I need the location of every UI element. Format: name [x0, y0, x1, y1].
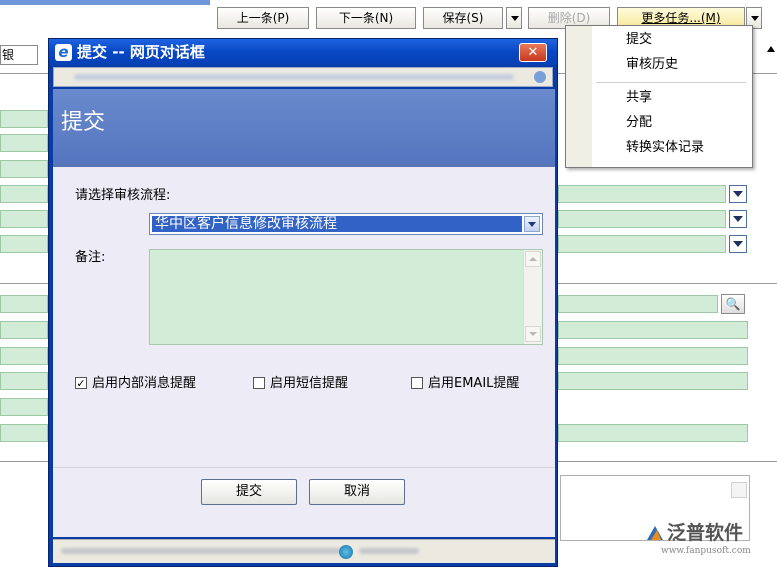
top-accent-strip — [0, 0, 210, 5]
dialog-body: 提交 请选择审核流程: 华中区客户信息修改审核流程 备注: ✓ 启用内部消息提醒… — [53, 89, 555, 537]
background-field[interactable] — [0, 235, 48, 253]
flow-selected-value: 华中区客户信息修改审核流程 — [152, 216, 522, 232]
browser-icon: e — [55, 44, 72, 61]
menu-item-submit[interactable]: 提交 — [626, 30, 652, 50]
remark-label: 备注: — [75, 250, 106, 265]
internal-message-label: 启用内部消息提醒 — [92, 376, 197, 391]
more-tasks-menu: 提交 审核历史 共享 分配 转换实体记录 — [565, 25, 753, 168]
scroll-up-button[interactable] — [731, 482, 747, 498]
background-field[interactable] — [558, 185, 726, 203]
save-options-dropdown[interactable] — [506, 7, 522, 29]
email-label: 启用EMAIL提醒 — [428, 376, 520, 391]
menu-item-assign[interactable]: 分配 — [626, 113, 652, 133]
background-field[interactable] — [0, 321, 48, 339]
background-field[interactable] — [558, 321, 748, 339]
menu-gutter — [566, 26, 592, 167]
background-field[interactable] — [0, 347, 48, 365]
background-field[interactable] — [0, 110, 48, 128]
background-select-arrow[interactable] — [729, 235, 747, 253]
scroll-down-icon[interactable] — [525, 326, 541, 342]
background-field[interactable] — [558, 347, 748, 365]
background-field[interactable] — [0, 185, 48, 203]
internal-message-option[interactable]: ✓ 启用内部消息提醒 — [75, 375, 225, 393]
dialog-title: 提交 -- 网页对话框 — [77, 43, 205, 61]
flow-label: 请选择审核流程: — [75, 188, 171, 203]
watermark-name: 泛普软件 — [667, 522, 744, 544]
menu-item-share[interactable]: 共享 — [626, 88, 652, 108]
sms-label: 启用短信提醒 — [270, 376, 349, 391]
header-divider — [53, 164, 555, 167]
background-field[interactable] — [0, 424, 48, 442]
background-field[interactable] — [558, 210, 726, 228]
background-field[interactable] — [558, 235, 726, 253]
background-field[interactable] — [0, 398, 48, 416]
background-field[interactable] — [0, 160, 48, 178]
next-record-button[interactable]: 下一条(N) — [316, 7, 416, 29]
save-button[interactable]: 保存(S) — [423, 7, 503, 29]
status-url-blurred — [61, 548, 341, 554]
email-checkbox[interactable] — [411, 377, 423, 389]
dialog-titlebar[interactable]: e 提交 -- 网页对话框 ✕ — [49, 39, 557, 65]
menu-item-review-history[interactable]: 审核历史 — [626, 55, 678, 75]
background-select-arrow[interactable] — [729, 210, 747, 228]
zone-text-blurred — [359, 548, 419, 554]
status-bar — [53, 539, 555, 563]
header-title: 提交 — [61, 110, 106, 135]
background-field[interactable] — [0, 372, 48, 390]
background-tab[interactable]: 银 — [0, 45, 38, 65]
internal-message-checkbox[interactable]: ✓ — [75, 377, 87, 389]
menu-item-convert-entity[interactable]: 转换实体记录 — [626, 138, 704, 158]
brand-logo-icon — [647, 526, 663, 540]
address-bar — [53, 67, 553, 87]
footer-divider — [53, 467, 555, 468]
flow-select[interactable]: 华中区客户信息修改审核流程 — [149, 213, 543, 235]
submit-button[interactable]: 提交 — [201, 479, 297, 505]
cancel-button[interactable]: 取消 — [309, 479, 405, 505]
dialog-header: 提交 — [53, 89, 555, 164]
watermark-url: www.fanpusoft.com — [661, 546, 751, 556]
sms-option[interactable]: 启用短信提醒 — [253, 375, 383, 393]
background-field[interactable] — [0, 134, 48, 152]
collapse-up-icon[interactable] — [766, 44, 777, 55]
background-field[interactable] — [0, 210, 48, 228]
background-field[interactable] — [558, 424, 748, 442]
lookup-search-icon[interactable]: 🔍 — [721, 294, 745, 314]
watermark: 泛普软件 www.fanpusoft.com — [645, 522, 770, 562]
email-option[interactable]: 启用EMAIL提醒 — [411, 375, 551, 393]
menu-separator — [596, 82, 746, 83]
remark-scrollbar[interactable] — [523, 250, 542, 344]
address-text-blurred — [74, 74, 514, 80]
chevron-down-icon[interactable] — [524, 216, 540, 232]
close-button[interactable]: ✕ — [519, 43, 547, 62]
submit-dialog: e 提交 -- 网页对话框 ✕ 提交 请选择审核流程: 华中区客户信息修改审核流… — [48, 38, 558, 567]
background-field[interactable] — [558, 372, 748, 390]
remark-textarea[interactable] — [149, 249, 543, 345]
background-field[interactable] — [0, 295, 48, 313]
background-field[interactable] — [558, 295, 718, 313]
background-select-arrow[interactable] — [729, 185, 747, 203]
sms-checkbox[interactable] — [253, 377, 265, 389]
globe-icon — [339, 545, 353, 559]
scroll-up-icon[interactable] — [525, 251, 541, 267]
security-icon — [534, 71, 546, 83]
prev-record-button[interactable]: 上一条(P) — [217, 7, 309, 29]
